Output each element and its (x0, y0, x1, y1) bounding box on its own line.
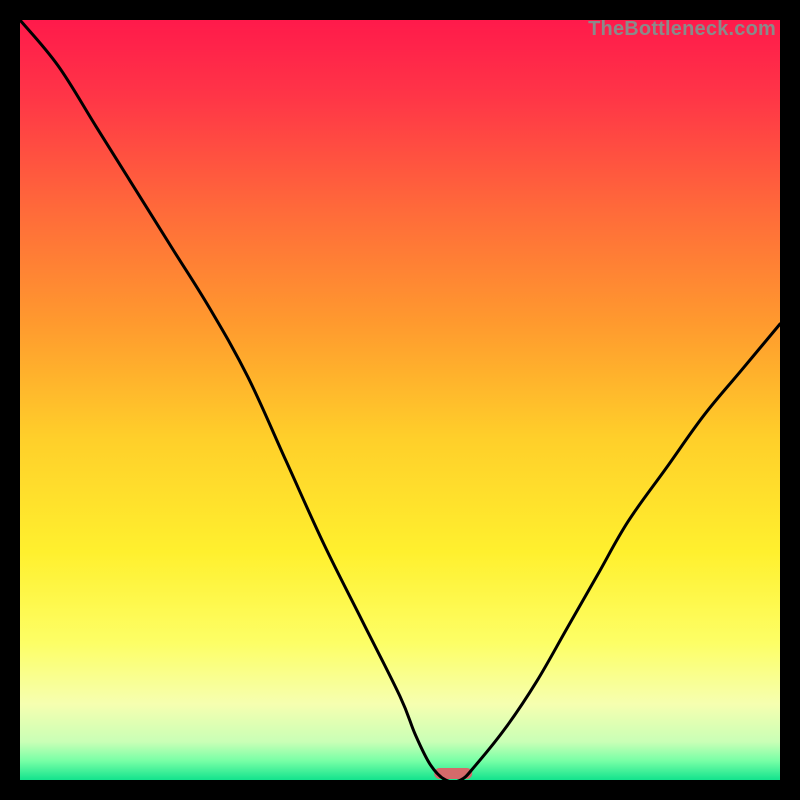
watermark-text: TheBottleneck.com (588, 18, 776, 41)
chart-svg (20, 20, 780, 780)
chart-background (20, 20, 780, 780)
chart-frame: TheBottleneck.com (20, 20, 780, 780)
